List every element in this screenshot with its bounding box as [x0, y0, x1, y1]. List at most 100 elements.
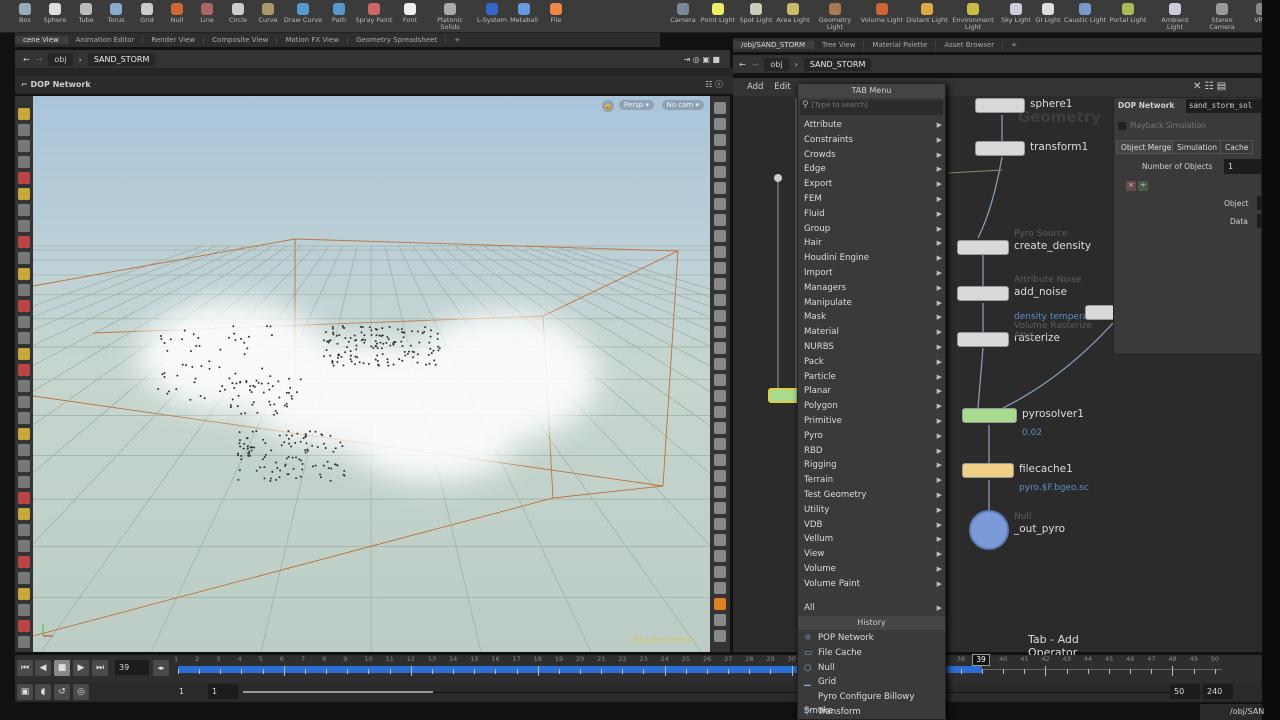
- tab-menu-item-nurbs[interactable]: NURBS ▶: [804, 340, 944, 354]
- display-option-icon[interactable]: [714, 134, 726, 146]
- path-crumb-current[interactable]: SAND_STORM: [87, 52, 156, 66]
- forward-arrow-icon[interactable]: →: [752, 60, 759, 69]
- display-option-icon[interactable]: [714, 182, 726, 194]
- shelf-tool-font[interactable]: Font: [388, 3, 432, 24]
- tab-animation-editor[interactable]: Animation Editor: [68, 36, 144, 44]
- viewport-tool-icon[interactable]: [18, 284, 30, 296]
- back-arrow-icon[interactable]: ←: [739, 60, 746, 69]
- tab-menu-item-particle[interactable]: Particle ▶: [804, 370, 944, 384]
- add-tab-icon[interactable]: +: [446, 36, 468, 44]
- tab-menu-item-import[interactable]: Import ▶: [804, 266, 944, 280]
- shelf-tool-geometry-light[interactable]: Geometry Light: [813, 3, 857, 31]
- tab-composite-view[interactable]: Composite View: [204, 36, 278, 44]
- path-crumb-current[interactable]: SAND_STORM: [803, 57, 872, 71]
- pin-icon[interactable]: ⇥ ◎ ▣ ■: [684, 55, 720, 64]
- viewport-tool-icon[interactable]: [18, 108, 30, 120]
- current-frame-field[interactable]: 39: [115, 660, 149, 675]
- shelf-tool-caustic-light[interactable]: Caustic Light: [1063, 3, 1107, 24]
- display-option-icon[interactable]: [714, 550, 726, 562]
- display-option-icon[interactable]: [714, 502, 726, 514]
- viewport-tool-icon[interactable]: [18, 620, 30, 632]
- jump-start-button[interactable]: ⏮: [17, 660, 33, 676]
- path-crumb-obj[interactable]: obj: [48, 52, 73, 66]
- step-back-button[interactable]: ◀: [35, 660, 51, 676]
- remove-icon[interactable]: ×: [1126, 181, 1136, 191]
- tab-menu-item-fluid[interactable]: Fluid ▶: [804, 207, 944, 221]
- tab-menu-search[interactable]: ⚲ [Type to search]: [800, 100, 943, 115]
- display-option-icon[interactable]: [714, 294, 726, 306]
- viewport-tool-icon[interactable]: [18, 172, 30, 184]
- viewport-tool-icon[interactable]: [18, 396, 30, 408]
- dop-node-selected[interactable]: [768, 388, 800, 403]
- camera-menu[interactable]: No cam ▾: [661, 100, 704, 110]
- tab-geometry-spreadsheet[interactable]: Geometry Spreadsheet: [348, 36, 447, 44]
- viewport-tool-icon[interactable]: [18, 588, 30, 600]
- tab-menu-item-view[interactable]: View ▶: [804, 547, 944, 561]
- node-out-pyro[interactable]: [969, 510, 1009, 550]
- display-option-icon[interactable]: [714, 598, 726, 610]
- add-icon[interactable]: +: [1138, 181, 1148, 191]
- viewport-tool-icon[interactable]: [18, 460, 30, 472]
- range-end-field[interactable]: 50: [1170, 684, 1200, 699]
- jump-end-button[interactable]: ⏭: [92, 660, 108, 676]
- tab-menu-item-rigging[interactable]: Rigging ▶: [804, 458, 944, 472]
- tab-menu-item-all[interactable]: All ▶: [804, 601, 944, 615]
- history-item-file-cache[interactable]: ▭ File Cache: [804, 646, 944, 660]
- node-rasterize[interactable]: [957, 332, 1009, 347]
- node-partial-offscreen[interactable]: [1085, 305, 1115, 320]
- range-end2-field[interactable]: 240: [1203, 684, 1233, 699]
- tab-cene-view[interactable]: cene View: [15, 36, 68, 44]
- tab-material-palette[interactable]: Material Palette: [864, 41, 937, 49]
- tab-menu-item-vellum[interactable]: Vellum ▶: [804, 532, 944, 546]
- loop-icon[interactable]: ↺: [54, 684, 70, 700]
- tab-menu-item-houdini-engine[interactable]: Houdini Engine ▶: [804, 251, 944, 265]
- history-item-grid[interactable]: ▁ Grid: [804, 675, 944, 689]
- node-create-density[interactable]: [957, 240, 1009, 255]
- global-animation-icon[interactable]: ◎: [73, 684, 89, 700]
- tools-icon[interactable]: ✕ ☷ ▤: [1193, 81, 1226, 92]
- display-option-icon[interactable]: [714, 230, 726, 242]
- node-pyrosolver1[interactable]: [962, 408, 1017, 423]
- display-option-icon[interactable]: [714, 262, 726, 274]
- tab-menu-item-fem[interactable]: FEM ▶: [804, 192, 944, 206]
- viewport-tool-icon[interactable]: [18, 492, 30, 504]
- history-item-transform[interactable]: ⚲ Transform: [804, 705, 944, 719]
- viewport-tool-icon[interactable]: [18, 572, 30, 584]
- timeline-scrubber[interactable]: 39 1 2 3 4 5 6 7 8 9 10 11 12 13 14 15 16 17 18 19 20 21 22 23…: [174, 654, 1223, 682]
- tab-menu-item-export[interactable]: Export ▶: [804, 177, 944, 191]
- shelf-tool-distant-light[interactable]: Distant Light: [905, 3, 949, 24]
- tab-menu-item-material[interactable]: Material ▶: [804, 325, 944, 339]
- step-keys-button[interactable]: ◂▸: [153, 660, 169, 676]
- tab-menu-item-attribute[interactable]: Attribute ▶: [804, 118, 944, 132]
- tab-menu-item-mask[interactable]: Mask ▶: [804, 310, 944, 324]
- display-option-icon[interactable]: [714, 166, 726, 178]
- display-option-icon[interactable]: [714, 246, 726, 258]
- tab-menu-item-pyro[interactable]: Pyro ▶: [804, 429, 944, 443]
- viewport-tool-icon[interactable]: [18, 220, 30, 232]
- tab-object-merge[interactable]: Object Merge: [1116, 140, 1177, 154]
- add-tab-icon[interactable]: +: [1003, 41, 1025, 49]
- node-sphere1[interactable]: [975, 98, 1025, 113]
- tab-asset-browser[interactable]: Asset Browser: [936, 41, 1004, 49]
- tab-menu-item-rbd[interactable]: RBD ▶: [804, 444, 944, 458]
- tab-menu-item-terrain[interactable]: Terrain ▶: [804, 473, 944, 487]
- viewport-tool-icon[interactable]: [18, 140, 30, 152]
- shelf-tool-file[interactable]: File: [534, 3, 578, 24]
- display-option-icon[interactable]: [714, 486, 726, 498]
- viewport-tool-icon[interactable]: [18, 476, 30, 488]
- tab-menu-item-utility[interactable]: Utility ▶: [804, 503, 944, 517]
- display-option-icon[interactable]: [714, 310, 726, 322]
- current-frame-marker[interactable]: 39: [972, 654, 990, 666]
- range-slider[interactable]: [243, 691, 433, 693]
- tab-menu-item-volume[interactable]: Volume ▶: [804, 562, 944, 576]
- display-option-icon[interactable]: [714, 422, 726, 434]
- stop-button[interactable]: ■: [54, 660, 70, 676]
- viewport-tool-icon[interactable]: [18, 156, 30, 168]
- display-option-icon[interactable]: [714, 518, 726, 530]
- tab-menu-item-manipulate[interactable]: Manipulate ▶: [804, 296, 944, 310]
- display-option-icon[interactable]: [714, 438, 726, 450]
- forward-arrow-icon[interactable]: →: [36, 55, 43, 64]
- realtime-toggle-icon[interactable]: ▣: [17, 684, 33, 700]
- display-option-icon[interactable]: [714, 390, 726, 402]
- tab--obj-sand_storm[interactable]: /obj/SAND_STORM: [733, 41, 815, 49]
